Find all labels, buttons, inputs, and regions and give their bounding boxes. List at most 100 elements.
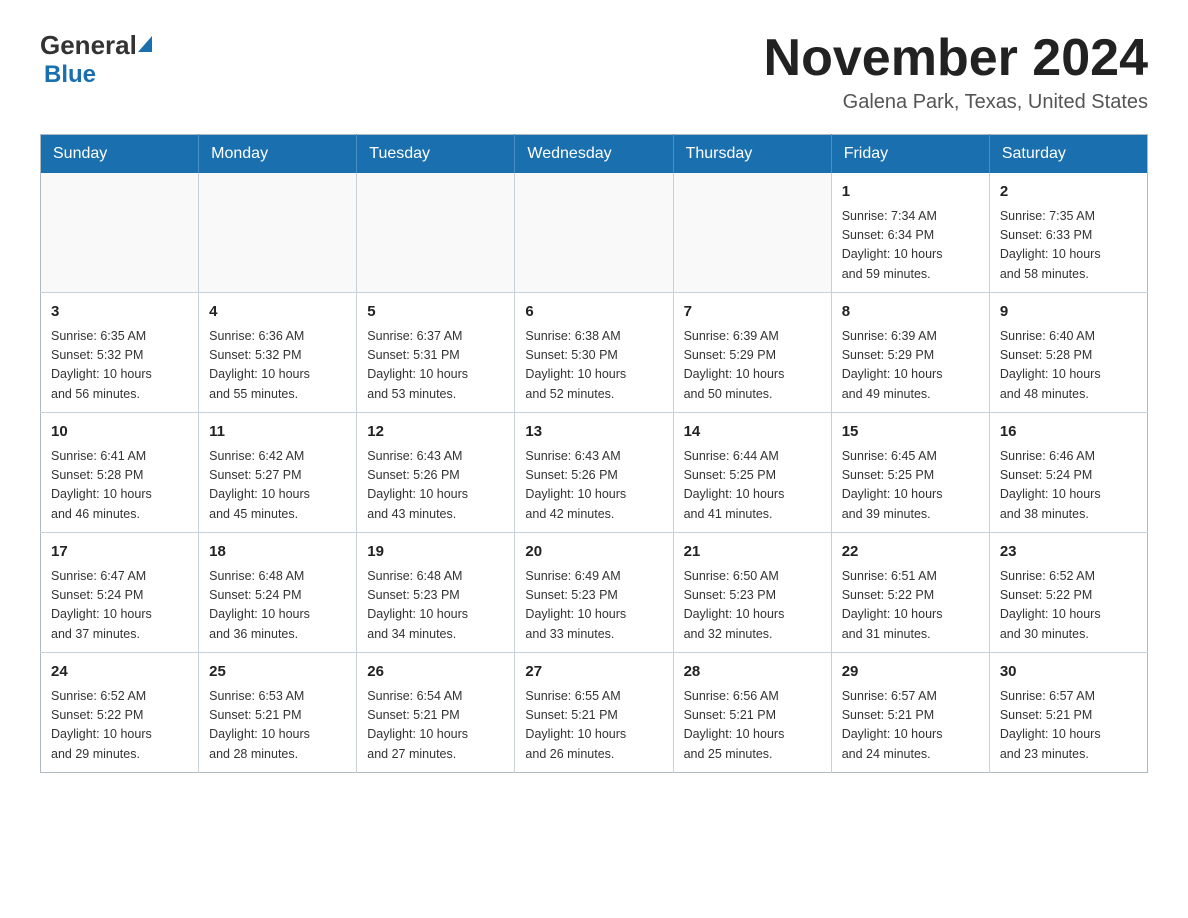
day-info: Sunrise: 6:51 AMSunset: 5:22 PMDaylight:… [842, 567, 979, 645]
calendar-cell [41, 173, 199, 293]
calendar-cell: 29Sunrise: 6:57 AMSunset: 5:21 PMDayligh… [831, 653, 989, 773]
calendar-cell: 8Sunrise: 6:39 AMSunset: 5:29 PMDaylight… [831, 293, 989, 413]
day-number: 24 [51, 661, 188, 684]
calendar-cell: 13 Sunrise: 6:43 AMSunset: 5:26 PMDayligh… [515, 413, 673, 533]
day-info: Sunrise: 7:35 AMSunset: 6:33 PMDaylight:… [1000, 207, 1137, 285]
header-wednesday: Wednesday [515, 135, 673, 174]
day-info: Sunrise: 6:57 AMSunset: 5:21 PMDaylight:… [842, 687, 979, 765]
calendar-cell: 18 Sunrise: 6:48 AMSunset: 5:24 PMDayligh… [199, 533, 357, 653]
day-info: Sunrise: 6:49 AMSunset: 5:23 PMDaylight:… [525, 567, 662, 645]
header-saturday: Saturday [989, 135, 1147, 174]
day-number: 12 [367, 421, 504, 444]
day-number: 27 [525, 661, 662, 684]
day-info: Sunrise: 6:48 AMSunset: 5:23 PMDaylight:… [367, 567, 504, 645]
calendar-cell: 19 Sunrise: 6:48 AMSunset: 5:23 PMDayligh… [357, 533, 515, 653]
day-info: Sunrise: 6:47 AMSunset: 5:24 PMDaylight:… [51, 567, 188, 645]
day-info: Sunrise: 6:52 AMSunset: 5:22 PMDaylight:… [1000, 567, 1137, 645]
day-number: 11 [209, 421, 346, 444]
calendar-row-4: 24 Sunrise: 6:52 AMSunset: 5:22 PMDayligh… [41, 653, 1148, 773]
calendar-cell [673, 173, 831, 293]
calendar-cell: 3 Sunrise: 6:35 AMSunset: 5:32 PMDaylight… [41, 293, 199, 413]
day-info: Sunrise: 6:43 AMSunset: 5:26 PMDaylight:… [525, 447, 662, 525]
day-info: Sunrise: 6:35 AMSunset: 5:32 PMDaylight:… [51, 327, 188, 405]
day-number: 16 [1000, 421, 1137, 444]
day-number: 15 [842, 421, 979, 444]
calendar-cell: 12 Sunrise: 6:43 AMSunset: 5:26 PMDayligh… [357, 413, 515, 533]
day-info: Sunrise: 6:39 AMSunset: 5:29 PMDaylight:… [684, 327, 821, 405]
calendar-cell: 10Sunrise: 6:41 AMSunset: 5:28 PMDayligh… [41, 413, 199, 533]
header-sunday: Sunday [41, 135, 199, 174]
calendar-cell: 22 Sunrise: 6:51 AMSunset: 5:22 PMDayligh… [831, 533, 989, 653]
day-number: 25 [209, 661, 346, 684]
calendar-cell: 11Sunrise: 6:42 AMSunset: 5:27 PMDayligh… [199, 413, 357, 533]
day-number: 20 [525, 541, 662, 564]
calendar-cell: 7 Sunrise: 6:39 AMSunset: 5:29 PMDaylight… [673, 293, 831, 413]
day-info: Sunrise: 6:36 AMSunset: 5:32 PMDaylight:… [209, 327, 346, 405]
calendar-row-1: 3 Sunrise: 6:35 AMSunset: 5:32 PMDaylight… [41, 293, 1148, 413]
calendar-row-0: 1 Sunrise: 7:34 AMSunset: 6:34 PMDaylight… [41, 173, 1148, 293]
day-number: 17 [51, 541, 188, 564]
day-info: Sunrise: 6:52 AMSunset: 5:22 PMDaylight:… [51, 687, 188, 765]
day-number: 6 [525, 301, 662, 324]
calendar-cell: 1 Sunrise: 7:34 AMSunset: 6:34 PMDaylight… [831, 173, 989, 293]
calendar-cell: 15 Sunrise: 6:45 AMSunset: 5:25 PMDayligh… [831, 413, 989, 533]
logo-arrow-icon [138, 36, 152, 52]
calendar-cell: 27 Sunrise: 6:55 AMSunset: 5:21 PMDayligh… [515, 653, 673, 773]
calendar-cell: 21 Sunrise: 6:50 AMSunset: 5:23 PMDayligh… [673, 533, 831, 653]
calendar-cell: 2 Sunrise: 7:35 AMSunset: 6:33 PMDaylight… [989, 173, 1147, 293]
calendar-row-3: 17 Sunrise: 6:47 AMSunset: 5:24 PMDayligh… [41, 533, 1148, 653]
day-info: Sunrise: 6:39 AMSunset: 5:29 PMDaylight:… [842, 327, 979, 405]
calendar-cell: 25 Sunrise: 6:53 AMSunset: 5:21 PMDayligh… [199, 653, 357, 773]
day-info: Sunrise: 6:50 AMSunset: 5:23 PMDaylight:… [684, 567, 821, 645]
day-number: 1 [842, 181, 979, 204]
calendar-cell [515, 173, 673, 293]
day-number: 2 [1000, 181, 1137, 204]
calendar-cell: 23 Sunrise: 6:52 AMSunset: 5:22 PMDayligh… [989, 533, 1147, 653]
day-info: Sunrise: 6:48 AMSunset: 5:24 PMDaylight:… [209, 567, 346, 645]
day-info: Sunrise: 6:46 AMSunset: 5:24 PMDaylight:… [1000, 447, 1137, 525]
day-info: Sunrise: 6:56 AMSunset: 5:21 PMDaylight:… [684, 687, 821, 765]
header-tuesday: Tuesday [357, 135, 515, 174]
day-number: 19 [367, 541, 504, 564]
header-friday: Friday [831, 135, 989, 174]
calendar-cell: 4Sunrise: 6:36 AMSunset: 5:32 PMDaylight… [199, 293, 357, 413]
day-number: 3 [51, 301, 188, 324]
day-number: 5 [367, 301, 504, 324]
day-info: Sunrise: 6:55 AMSunset: 5:21 PMDaylight:… [525, 687, 662, 765]
day-number: 30 [1000, 661, 1137, 684]
day-number: 18 [209, 541, 346, 564]
calendar-table: Sunday Monday Tuesday Wednesday Thursday… [40, 134, 1148, 773]
day-info: Sunrise: 6:53 AMSunset: 5:21 PMDaylight:… [209, 687, 346, 765]
calendar-cell: 30 Sunrise: 6:57 AMSunset: 5:21 PMDayligh… [989, 653, 1147, 773]
weekday-header-row: Sunday Monday Tuesday Wednesday Thursday… [41, 135, 1148, 174]
day-info: Sunrise: 6:54 AMSunset: 5:21 PMDaylight:… [367, 687, 504, 765]
calendar-cell: 28 Sunrise: 6:56 AMSunset: 5:21 PMDayligh… [673, 653, 831, 773]
calendar-cell: 20 Sunrise: 6:49 AMSunset: 5:23 PMDayligh… [515, 533, 673, 653]
day-number: 21 [684, 541, 821, 564]
day-number: 9 [1000, 301, 1137, 324]
day-number: 10 [51, 421, 188, 444]
header: General Blue November 2024 Galena Park, … [40, 30, 1148, 114]
calendar-cell: 16 Sunrise: 6:46 AMSunset: 5:24 PMDayligh… [989, 413, 1147, 533]
day-info: Sunrise: 6:45 AMSunset: 5:25 PMDaylight:… [842, 447, 979, 525]
calendar-cell: 26 Sunrise: 6:54 AMSunset: 5:21 PMDayligh… [357, 653, 515, 773]
day-number: 22 [842, 541, 979, 564]
day-number: 7 [684, 301, 821, 324]
calendar-cell: 9 Sunrise: 6:40 AMSunset: 5:28 PMDaylight… [989, 293, 1147, 413]
day-info: Sunrise: 7:34 AMSunset: 6:34 PMDaylight:… [842, 207, 979, 285]
calendar-cell: 24 Sunrise: 6:52 AMSunset: 5:22 PMDayligh… [41, 653, 199, 773]
calendar-cell: 6Sunrise: 6:38 AMSunset: 5:30 PMDaylight… [515, 293, 673, 413]
day-number: 26 [367, 661, 504, 684]
day-number: 13 [525, 421, 662, 444]
logo: General Blue [40, 30, 153, 89]
location-title: Galena Park, Texas, United States [764, 91, 1148, 114]
day-info: Sunrise: 6:40 AMSunset: 5:28 PMDaylight:… [1000, 327, 1137, 405]
day-info: Sunrise: 6:43 AMSunset: 5:26 PMDaylight:… [367, 447, 504, 525]
day-info: Sunrise: 6:57 AMSunset: 5:21 PMDaylight:… [1000, 687, 1137, 765]
header-thursday: Thursday [673, 135, 831, 174]
calendar-cell: 14Sunrise: 6:44 AMSunset: 5:25 PMDayligh… [673, 413, 831, 533]
day-number: 28 [684, 661, 821, 684]
day-number: 23 [1000, 541, 1137, 564]
calendar-cell: 5Sunrise: 6:37 AMSunset: 5:31 PMDaylight… [357, 293, 515, 413]
day-info: Sunrise: 6:44 AMSunset: 5:25 PMDaylight:… [684, 447, 821, 525]
